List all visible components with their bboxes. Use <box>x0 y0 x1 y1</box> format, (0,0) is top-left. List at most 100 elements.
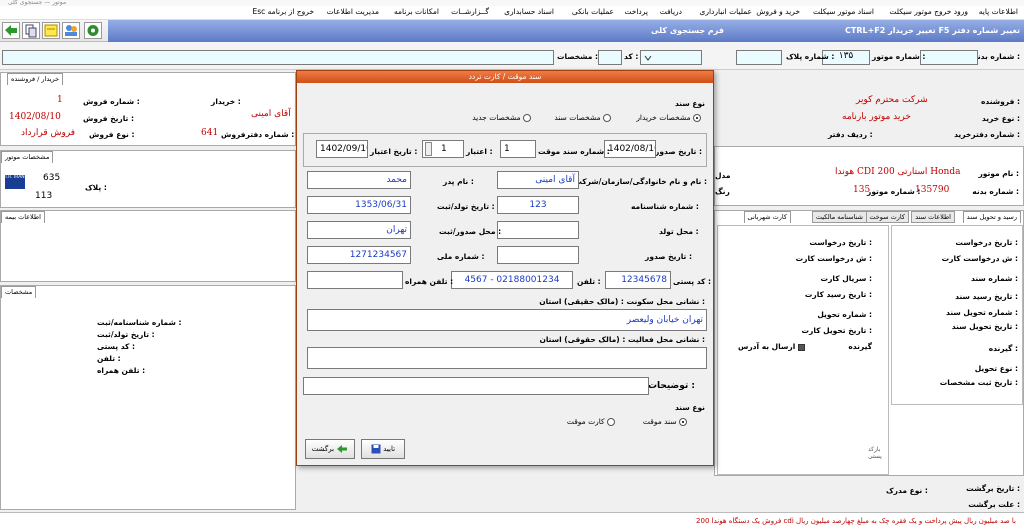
national-id-field[interactable]: 1271234567 <box>307 246 411 264</box>
left-id-label: شماره شناسنامه/ثبت : <box>97 318 182 327</box>
temp-doc-no-field[interactable]: 1 <box>500 140 536 158</box>
tab-ownership-id[interactable]: شناسنامه مالکیت <box>811 211 867 223</box>
tab-doc-receipt[interactable]: رسید و تحویل سند <box>962 211 1021 223</box>
work-address-field[interactable] <box>307 347 707 369</box>
card-request-date-label: تاریخ درخواست : <box>809 238 872 247</box>
radio-temp-doc[interactable]: سند موقت <box>643 417 687 426</box>
spinner-icon[interactable] <box>425 142 432 156</box>
confirm-button[interactable]: تایید <box>361 439 405 459</box>
menu-buy-sell[interactable]: خرید و فروش <box>756 7 800 16</box>
back-arrow-icon[interactable] <box>2 22 20 39</box>
father-name-field[interactable]: محمد <box>307 171 411 189</box>
notes-field[interactable] <box>303 377 649 395</box>
mobile-field[interactable] <box>307 271 403 289</box>
menu-reports[interactable]: گــزارشــات <box>451 7 489 16</box>
sale-type-value: فروش قرارداد <box>21 128 76 138</box>
radio-temp-card[interactable]: کارت موقت <box>567 417 615 426</box>
sale-book-label: شماره دفترفروش : <box>221 130 295 139</box>
body-number-field[interactable] <box>920 50 978 65</box>
buy-type-value: خرید موتور بارنامه <box>842 112 911 122</box>
search-code-label: کد : <box>624 52 639 61</box>
left-mobile-label: تلفن همراه : <box>97 366 146 375</box>
menu-warehouse[interactable]: عملیات انبارداری <box>699 7 752 16</box>
radio-icon <box>523 114 531 122</box>
sale-type-label: نوع فروش : <box>89 130 135 139</box>
left-postal-label: کد پستی : <box>97 342 136 351</box>
settings-icon[interactable] <box>84 22 102 39</box>
issue-date2-field[interactable] <box>497 246 579 264</box>
menu-bar: اطلاعات پایه ورود خروج موتور سیکلت اسناد… <box>0 6 1024 20</box>
birth-date-field[interactable]: 1353/06/31 <box>307 196 411 214</box>
residence-address-field[interactable]: تهران خیابان ولیعصر <box>307 309 707 331</box>
validity-date-field[interactable]: 1402/09/10 <box>316 140 368 158</box>
spec-search-field[interactable] <box>2 50 554 65</box>
left-birth-label: تاریخ تولد/ثبت : <box>97 330 155 339</box>
seller-label: فروشنده : <box>980 97 1020 106</box>
issue-place-label: محل صدور/ثبت : <box>439 227 502 236</box>
back-label: برگشت <box>311 445 335 453</box>
radio-buyer-specs[interactable]: مشخصات خریدار <box>636 113 701 122</box>
checkbox-icon <box>797 343 805 351</box>
plate-flag: I.R. IRAN <box>5 175 25 189</box>
motor-info-panel: نام موتور : هوندا CDI 200 استارتی Honda … <box>714 146 1024 206</box>
search-form-label: فرم جستجوی کلی <box>651 26 724 35</box>
chevron-down-icon <box>644 55 652 61</box>
radio-doc-specs[interactable]: مشخصات سند <box>554 113 611 122</box>
doc-spec-date-label: تاریخ ثبت مشخصات : <box>939 378 1018 387</box>
tab-doc-info[interactable]: اطلاعات سند <box>911 211 955 223</box>
postal-code-field[interactable]: 12345678 <box>605 271 671 289</box>
radio-icon <box>603 114 611 122</box>
buyer-value: آقای امینی <box>251 109 291 119</box>
menu-motor-in-out[interactable]: ورود خروج موتور سیکلت <box>889 7 968 16</box>
doc-receiver-label: گیرنده : <box>988 344 1018 353</box>
search-plate-label: شماره پلاک : <box>786 52 835 61</box>
tab-buyer-seller[interactable]: خریدار / فروشنده <box>7 73 64 85</box>
menu-bank-ops[interactable]: عملیات بانکی <box>572 7 614 16</box>
back-button[interactable]: برگشت <box>305 439 355 459</box>
plate-number-field[interactable] <box>736 50 782 65</box>
sale-number-label: شماره فروش : <box>83 97 140 106</box>
send-address-checkbox[interactable]: ارسال به آدرس <box>738 342 805 351</box>
menu-receive[interactable]: دریافت <box>660 7 682 16</box>
phone-field[interactable]: 4567 - 02188001234 <box>451 271 573 289</box>
tab-specs[interactable]: مشخصات <box>1 286 37 298</box>
issue-place-field[interactable]: تهران <box>307 221 411 239</box>
notes-label: توضیحات : <box>647 381 695 391</box>
note-icon[interactable] <box>42 22 60 39</box>
tab-engine-specs[interactable]: مشخصات موتور <box>1 151 54 163</box>
birthplace-field[interactable] <box>497 221 579 239</box>
code-dropdown[interactable] <box>640 50 702 65</box>
specs-panel: مشخصات شماره شناسنامه/ثبت : تاریخ تولد/ث… <box>0 285 296 510</box>
radio-icon <box>607 418 615 426</box>
menu-motor-docs[interactable]: اسناد موتور سیکلت <box>813 7 874 16</box>
menu-exit[interactable]: خروج از برنامه Esc <box>252 7 314 16</box>
menu-pay[interactable]: پرداخت <box>624 7 648 16</box>
tab-police-card[interactable]: کارت شهربانی <box>743 211 791 223</box>
motor-body-label: شماره بدنه : <box>972 187 1019 196</box>
save-icon <box>371 444 381 454</box>
sale-book-value: 641 <box>201 128 219 138</box>
menu-program-tools[interactable]: امکانات برنامه <box>394 7 439 16</box>
id-number-field[interactable]: 123 <box>497 196 579 214</box>
mobile-label: تلفن همراه : <box>405 277 454 286</box>
tab-fuel-card[interactable]: کارت سوخت <box>865 211 909 223</box>
sale-number-value: 1 <box>57 95 63 105</box>
motor-name-value: هوندا CDI 200 استارتی Honda <box>835 167 961 177</box>
menu-accounting-docs[interactable]: اسناد حسابداری <box>504 7 554 16</box>
code-field[interactable] <box>598 50 622 65</box>
name-field[interactable]: آقای امینی <box>497 171 579 189</box>
radio-card-label: کارت موقت <box>566 417 605 426</box>
tab-insurance[interactable]: اطلاعات بیمه <box>1 211 45 223</box>
users-icon[interactable] <box>62 22 80 39</box>
validity-stepper[interactable]: 1 <box>422 140 464 158</box>
father-name-label: نام پدر : <box>443 177 474 186</box>
menu-basic-info[interactable]: اطلاعات پایه <box>979 7 1018 16</box>
copy-icon[interactable] <box>22 22 40 39</box>
back-arrow-icon <box>337 445 348 453</box>
motor-name-label: نام موتور : <box>978 169 1019 178</box>
menu-data-management[interactable]: مدیریت اطلاعات <box>327 7 379 16</box>
doc-receipt-group: تاریخ درخواست : ش درخواست کارت : شماره س… <box>891 225 1023 405</box>
issue-date-field[interactable]: 1402/08/10 <box>604 140 656 158</box>
doc-type-label: نوع سند <box>674 99 705 108</box>
radio-new-specs[interactable]: مشخصات جدید <box>472 113 531 122</box>
